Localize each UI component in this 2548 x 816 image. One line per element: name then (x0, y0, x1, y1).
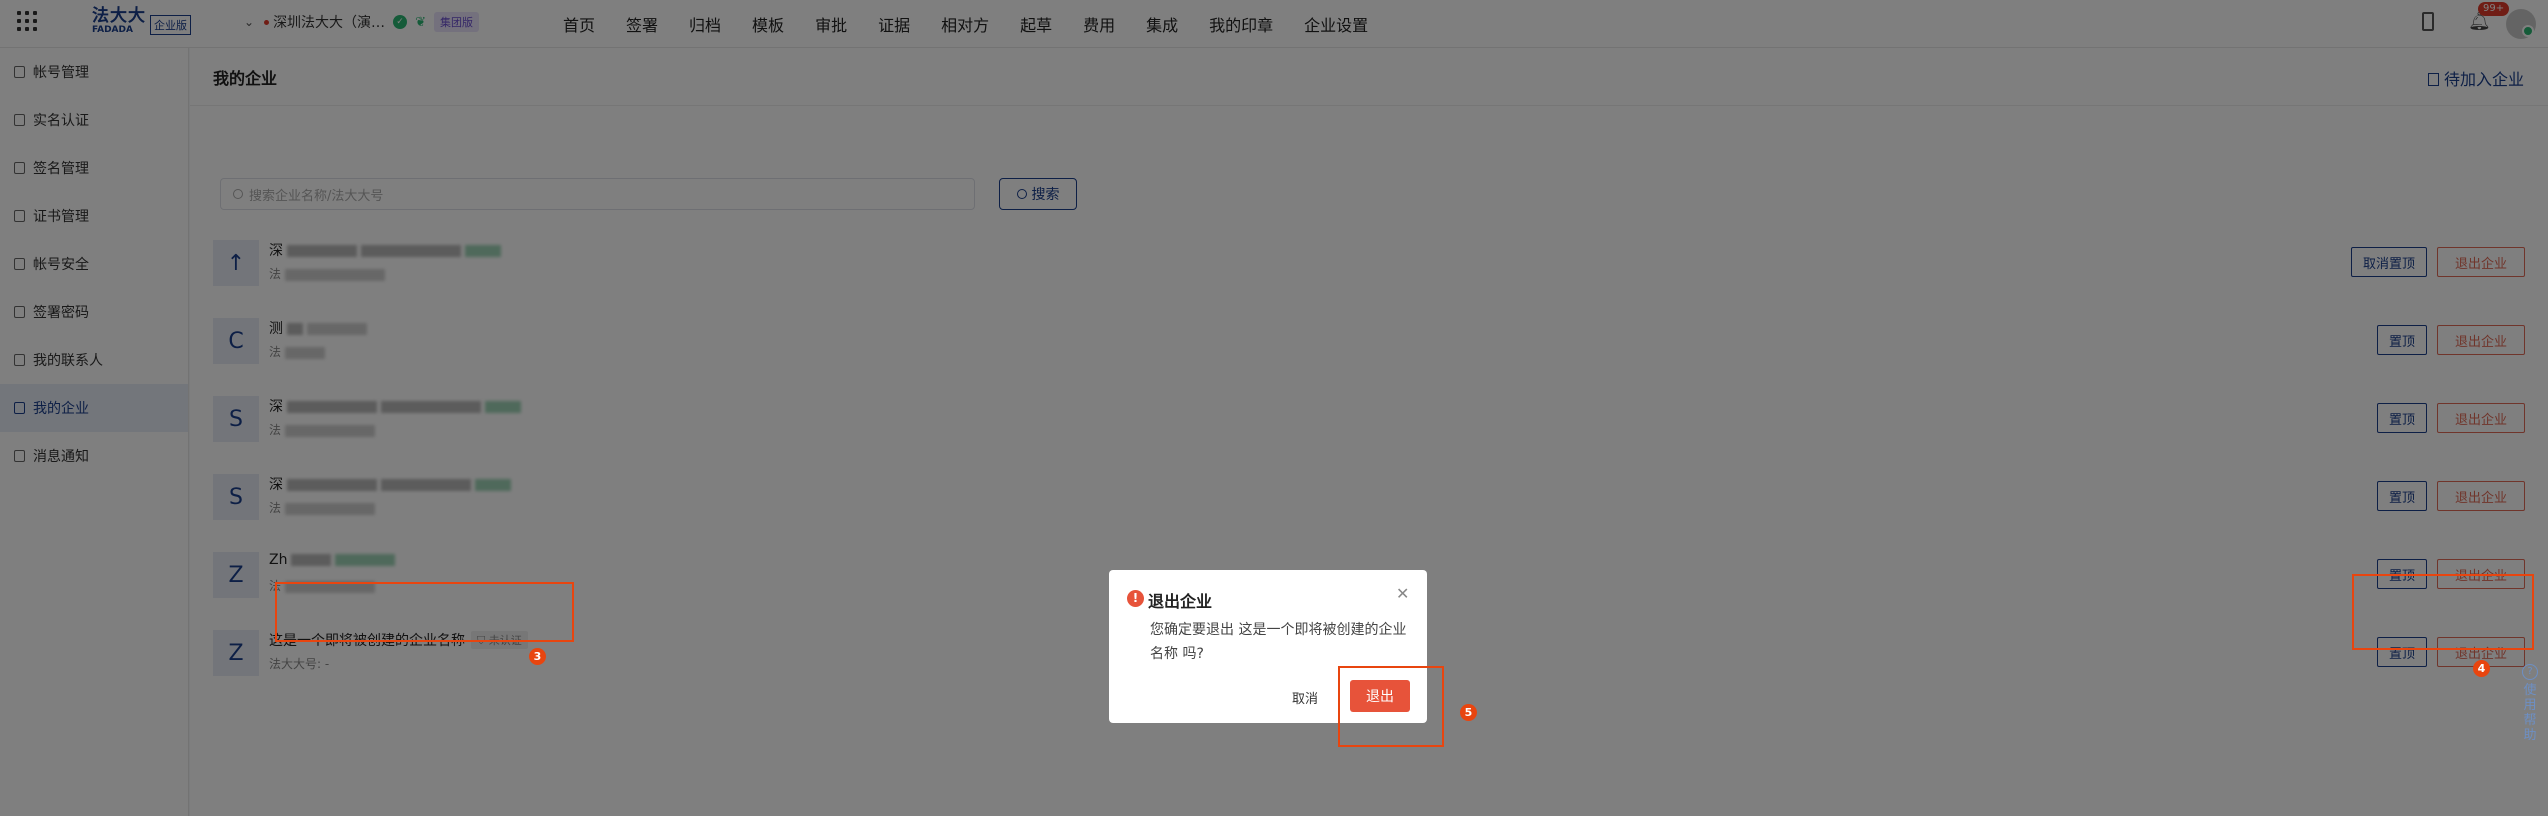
help-button[interactable]: ? 使用帮助 (2518, 664, 2542, 743)
close-icon[interactable]: ✕ (1396, 584, 1409, 603)
step-marker-5: 5 (1460, 704, 1477, 721)
help-label: 使用帮助 (2523, 683, 2537, 743)
dialog-message: 您确定要退出 这是一个即将被创建的企业名称 吗? (1150, 622, 1407, 662)
highlight-box-confirm (1338, 666, 1444, 747)
question-icon: ? (2522, 664, 2538, 680)
step-marker-3: 3 (529, 648, 546, 665)
highlight-box-actions (2352, 574, 2534, 650)
cancel-button[interactable]: 取消 (1279, 684, 1331, 710)
step-marker-4: 4 (2473, 660, 2490, 677)
warning-icon: ! (1127, 590, 1144, 607)
dialog-title: 退出企业 (1148, 592, 1213, 611)
highlight-box-company (275, 582, 574, 642)
